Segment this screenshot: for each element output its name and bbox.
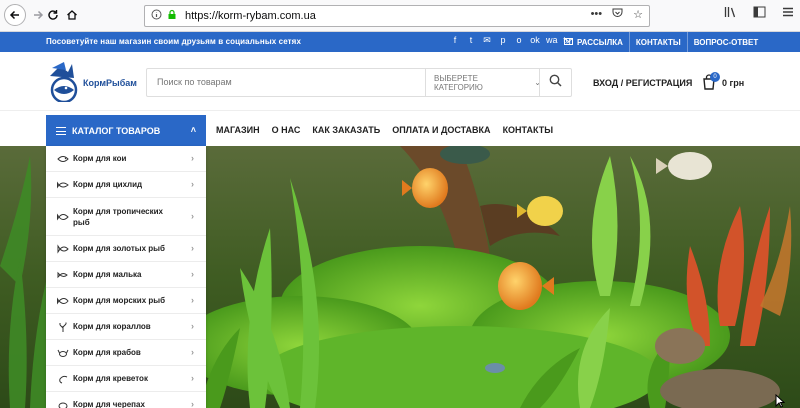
tropical-fish-icon: [56, 211, 69, 222]
category-select[interactable]: ВЫБЕРЕТЕ КАТЕГОРИЮ ⌄: [425, 69, 541, 96]
url-text[interactable]: https://korm-rybam.com.ua: [185, 10, 316, 22]
browser-toolbar: https://korm-rybam.com.ua ••• ☆: [0, 0, 800, 32]
category-select-label: ВЫБЕРЕТЕ КАТЕГОРИЮ: [434, 73, 483, 92]
category-item[interactable]: Корм для цихлид ›: [46, 172, 206, 198]
sidebar-icon[interactable]: [753, 6, 766, 21]
contacts-top-link[interactable]: КОНТАКТЫ: [628, 32, 687, 52]
chevron-right-icon: ›: [191, 210, 194, 221]
category-item[interactable]: Корм для малька ›: [46, 262, 206, 288]
odnoklassniki-icon[interactable]: o: [514, 35, 524, 46]
ok-icon[interactable]: ok: [530, 35, 540, 46]
mail-icon: [564, 37, 573, 47]
shrimp-icon: [56, 373, 69, 384]
menu-icon[interactable]: [782, 6, 794, 21]
newsletter-link[interactable]: РАССЫЛКА: [558, 32, 629, 52]
category-label: Корм для крабов: [73, 348, 141, 357]
category-label: Корм для цихлид: [73, 180, 143, 189]
catalog-label: КАТАЛОГ ТОВАРОВ: [72, 126, 161, 136]
category-label: Корм для черепах: [73, 400, 145, 408]
faq-label: ВОПРОС-ОТВЕТ: [693, 37, 759, 47]
fry-fish-icon: [56, 269, 69, 280]
category-item[interactable]: Корм для кои ›: [46, 146, 206, 172]
home-icon[interactable]: [61, 4, 83, 26]
category-sidebar: Корм для кои › Корм для цихлид › Корм дл…: [46, 146, 206, 408]
nav-about[interactable]: О НАС: [272, 125, 301, 135]
pinterest-icon[interactable]: p: [498, 35, 508, 46]
library-icon[interactable]: [724, 6, 737, 21]
nav-contacts[interactable]: КОНТАКТЫ: [503, 125, 553, 135]
search-input[interactable]: [157, 77, 417, 87]
goldfish-icon: [56, 243, 69, 254]
address-bar[interactable]: https://korm-rybam.com.ua ••• ☆: [144, 5, 650, 27]
back-arrow-icon[interactable]: [4, 4, 26, 26]
category-item[interactable]: Корм для крабов ›: [46, 340, 206, 366]
chevron-right-icon: ›: [191, 178, 194, 189]
whatsapp-icon[interactable]: wa: [546, 35, 558, 46]
chevron-right-icon: ›: [191, 268, 194, 279]
search-form: ВЫБЕРЕТЕ КАТЕГОРИЮ ⌄: [146, 68, 572, 97]
category-item[interactable]: Корм для черепах ›: [46, 392, 206, 408]
twitter-icon[interactable]: t: [466, 35, 476, 46]
facebook-icon[interactable]: f: [450, 35, 460, 46]
category-label: Корм для морских рыб: [73, 296, 166, 305]
category-label: Корм для кораллов: [73, 322, 151, 331]
nav-shop[interactable]: МАГАЗИН: [216, 125, 260, 135]
nav-payment-delivery[interactable]: ОПЛАТА И ДОСТАВКА: [392, 125, 490, 135]
chevron-right-icon: ›: [191, 398, 194, 408]
cart-total[interactable]: 0 грн: [722, 78, 744, 88]
nav-how-to-order[interactable]: КАК ЗАКАЗАТЬ: [312, 125, 380, 135]
site-header: КормРыбам ВЫБЕРЕТЕ КАТЕГОРИЮ ⌄ ВХОД / РЕ…: [0, 52, 800, 110]
category-item[interactable]: Корм для тропических рыб ›: [46, 198, 206, 236]
chevron-right-icon: ›: [191, 346, 194, 357]
promo-text: Посоветуйте наш магазин своим друзьям в …: [46, 37, 301, 46]
category-label: Корм для кои: [73, 154, 127, 163]
more-dots-icon[interactable]: •••: [591, 8, 603, 21]
chevron-right-icon: ›: [191, 242, 194, 253]
chevron-right-icon: ›: [191, 372, 194, 383]
category-label: Корм для золотых рыб: [73, 244, 165, 253]
lock-icon[interactable]: [167, 9, 177, 23]
contacts-top-label: КОНТАКТЫ: [635, 37, 681, 47]
mouse-cursor-icon: [775, 393, 786, 408]
chevron-right-icon: ›: [191, 320, 194, 331]
newsletter-label: РАССЫЛКА: [577, 37, 623, 47]
pocket-icon[interactable]: [612, 8, 623, 21]
email-icon[interactable]: ✉: [482, 35, 492, 46]
category-label: Корм для малька: [73, 270, 142, 279]
category-label: Корм для креветок: [73, 374, 148, 383]
cart-count-badge: 0: [710, 72, 720, 82]
category-item[interactable]: Корм для креветок ›: [46, 366, 206, 392]
category-label: Корм для тропических рыб: [73, 206, 163, 227]
faq-link[interactable]: ВОПРОС-ОТВЕТ: [686, 32, 765, 52]
main-navigation: КАТАЛОГ ТОВАРОВ ˄ МАГАЗИН О НАС КАК ЗАКА…: [0, 110, 800, 147]
chevron-right-icon: ›: [191, 152, 194, 163]
cichlid-fish-icon: [56, 179, 69, 190]
search-icon: [549, 74, 562, 92]
social-links: f t ✉ p o ok wa tg: [450, 35, 572, 46]
category-item[interactable]: Корм для кораллов ›: [46, 314, 206, 340]
turtle-icon: [56, 399, 69, 408]
search-button[interactable]: [539, 69, 571, 96]
category-item[interactable]: Корм для золотых рыб ›: [46, 236, 206, 262]
info-icon[interactable]: [151, 9, 162, 23]
login-register-link[interactable]: ВХОД / РЕГИСТРАЦИЯ: [593, 78, 692, 88]
chevron-up-icon: ˄: [190, 125, 196, 135]
top-info-bar: Посоветуйте наш магазин своим друзьям в …: [0, 32, 800, 52]
marine-fish-icon: [56, 295, 69, 306]
crab-icon: [56, 347, 69, 358]
catalog-button[interactable]: КАТАЛОГ ТОВАРОВ ˄: [46, 115, 206, 147]
hamburger-icon: [56, 127, 66, 135]
star-icon[interactable]: ☆: [633, 8, 643, 21]
coral-icon: [56, 321, 69, 332]
category-item[interactable]: Корм для морских рыб ›: [46, 288, 206, 314]
logo-text: КормРыбам: [83, 78, 137, 88]
chevron-right-icon: ›: [191, 294, 194, 305]
koi-fish-icon: [56, 153, 69, 164]
